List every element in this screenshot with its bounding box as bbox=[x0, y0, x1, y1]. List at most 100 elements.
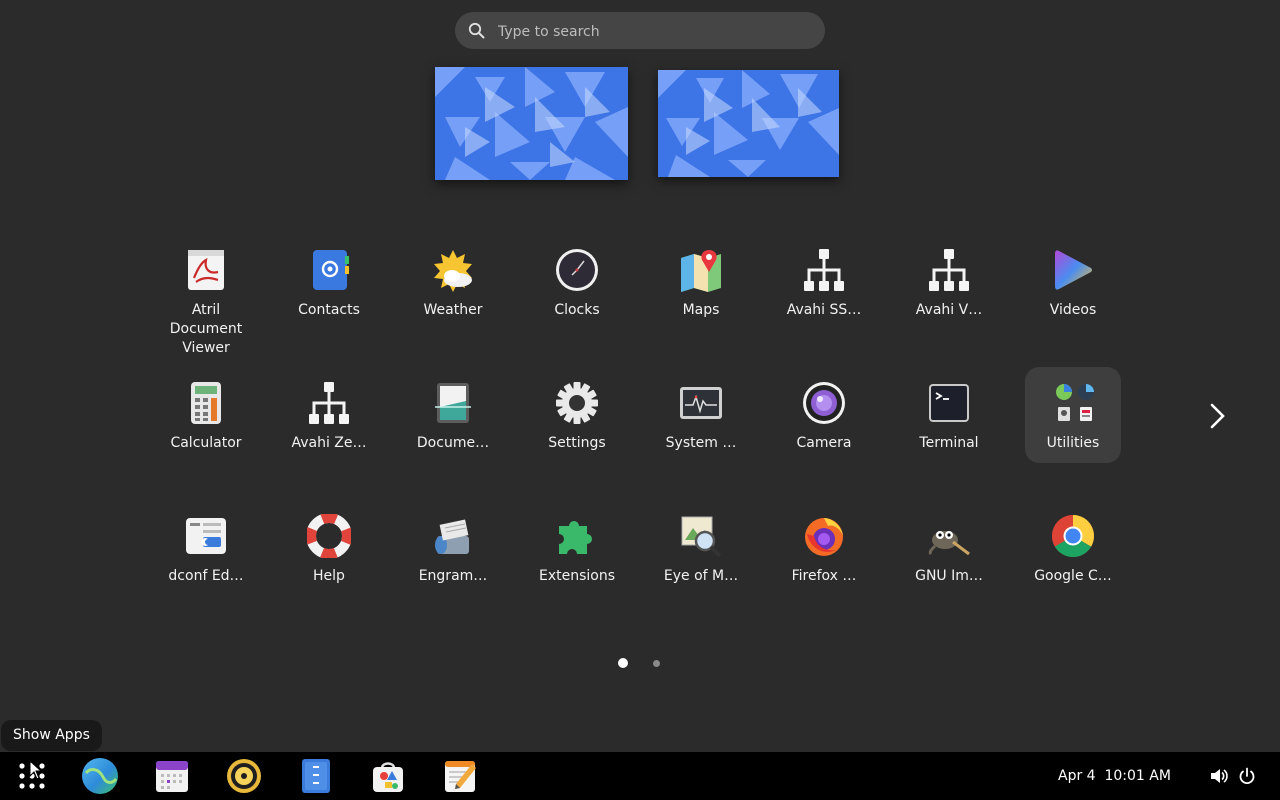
image-viewer-icon bbox=[679, 514, 723, 558]
app-label: Avahi Ze… bbox=[291, 435, 367, 451]
app-dconf-editor[interactable]: dconf Ed… bbox=[156, 500, 256, 596]
browser-launcher[interactable] bbox=[81, 757, 119, 795]
app-system-monitor[interactable]: System … bbox=[651, 367, 751, 463]
app-terminal[interactable]: Terminal bbox=[899, 367, 999, 463]
app-label: Docume… bbox=[416, 435, 490, 451]
volume-icon bbox=[1211, 769, 1228, 783]
app-document-scanner[interactable]: Docume… bbox=[403, 367, 503, 463]
app-camera[interactable]: Camera bbox=[774, 367, 874, 463]
atril-icon bbox=[184, 248, 228, 292]
files-launcher[interactable] bbox=[298, 758, 334, 794]
app-label: Weather bbox=[423, 302, 483, 318]
network-icon bbox=[927, 248, 971, 292]
app-label: dconf Ed… bbox=[168, 568, 244, 584]
network-icon bbox=[307, 381, 351, 425]
page-dot-2[interactable] bbox=[653, 660, 660, 667]
app-label: Firefox … bbox=[791, 568, 857, 584]
engrampa-icon bbox=[431, 514, 475, 558]
app-weather[interactable]: Weather bbox=[403, 234, 503, 330]
taskbar: Apr 4 10:01 AM bbox=[0, 752, 1280, 800]
app-avahi-zeroconf[interactable]: Avahi Ze… bbox=[279, 367, 379, 463]
clock-date: Apr 4 bbox=[1058, 768, 1096, 784]
app-label: GNU Im… bbox=[915, 568, 983, 584]
app-engrampa[interactable]: Engram… bbox=[403, 500, 503, 596]
app-label: Help bbox=[313, 568, 345, 584]
power-button[interactable] bbox=[1238, 767, 1256, 785]
app-calculator[interactable]: Calculator bbox=[156, 367, 256, 463]
page-indicator bbox=[612, 656, 672, 670]
app-help[interactable]: Help bbox=[279, 500, 379, 596]
app-google-chrome[interactable]: Google C… bbox=[1023, 500, 1123, 596]
camera-icon bbox=[802, 381, 846, 425]
app-label: System … bbox=[665, 435, 737, 451]
folder-icon bbox=[1053, 381, 1097, 425]
text-editor-icon bbox=[445, 761, 476, 792]
app-label: Calculator bbox=[170, 435, 242, 451]
next-page-button[interactable] bbox=[1204, 402, 1232, 430]
app-label: Utilities bbox=[1046, 435, 1100, 451]
app-label: Camera bbox=[796, 435, 852, 451]
clock[interactable]: Apr 4 10:01 AM bbox=[1058, 752, 1171, 800]
app-label: Settings bbox=[548, 435, 606, 451]
app-extensions[interactable]: Extensions bbox=[527, 500, 627, 596]
mouse-cursor-icon bbox=[29, 760, 43, 780]
workspace-thumbnail-1[interactable] bbox=[435, 67, 628, 180]
network-icon bbox=[802, 248, 846, 292]
app-clocks[interactable]: Clocks bbox=[527, 234, 627, 330]
puzzle-icon bbox=[555, 514, 599, 558]
app-avahi-ssh[interactable]: Avahi SS… bbox=[774, 234, 874, 330]
search-bar[interactable] bbox=[455, 12, 825, 51]
software-store-icon bbox=[373, 762, 403, 792]
app-label: Clocks bbox=[554, 302, 600, 318]
app-label: Eye of M… bbox=[663, 568, 739, 584]
terminal-icon bbox=[927, 381, 971, 425]
document-scanner-icon bbox=[431, 381, 475, 425]
chevron-right-icon bbox=[1210, 403, 1225, 429]
contacts-icon bbox=[307, 248, 351, 292]
app-videos[interactable]: Videos bbox=[1023, 234, 1123, 330]
app-label: Atril Document Viewer bbox=[169, 302, 243, 356]
app-label: Contacts bbox=[298, 302, 360, 318]
calendar-icon bbox=[156, 761, 188, 792]
calendar-launcher[interactable] bbox=[154, 758, 190, 794]
app-gimp[interactable]: GNU Im… bbox=[899, 500, 999, 596]
app-eye-of-mate[interactable]: Eye of M… bbox=[651, 500, 751, 596]
app-contacts[interactable]: Contacts bbox=[279, 234, 379, 330]
gear-icon bbox=[555, 381, 599, 425]
app-label: Engram… bbox=[418, 568, 488, 584]
page-dot-1[interactable] bbox=[618, 658, 628, 668]
app-folder-utilities[interactable]: Utilities bbox=[1025, 367, 1121, 463]
app-atril-document-viewer[interactable]: Atril Document Viewer bbox=[156, 234, 256, 356]
app-avahi-vnc[interactable]: Avahi V… bbox=[899, 234, 999, 330]
app-label: Maps bbox=[682, 302, 720, 318]
app-firefox[interactable]: Firefox … bbox=[774, 500, 874, 596]
app-label: Extensions bbox=[538, 568, 616, 584]
app-label: Avahi SS… bbox=[786, 302, 862, 318]
show-apps-tooltip: Show Apps bbox=[1, 720, 102, 751]
calculator-icon bbox=[184, 381, 228, 425]
chrome-icon bbox=[1051, 514, 1095, 558]
lifebuoy-icon bbox=[307, 514, 351, 558]
videos-icon bbox=[1051, 248, 1095, 292]
music-player-launcher[interactable] bbox=[226, 758, 262, 794]
search-input[interactable] bbox=[496, 12, 810, 51]
files-icon bbox=[302, 759, 330, 793]
app-settings[interactable]: Settings bbox=[527, 367, 627, 463]
text-editor-launcher[interactable] bbox=[442, 758, 478, 794]
system-monitor-icon bbox=[679, 381, 723, 425]
app-label: Videos bbox=[1049, 302, 1097, 318]
app-maps[interactable]: Maps bbox=[651, 234, 751, 330]
maps-icon bbox=[679, 248, 723, 292]
app-label: Avahi V… bbox=[915, 302, 983, 318]
clocks-icon bbox=[555, 248, 599, 292]
gimp-icon bbox=[927, 514, 971, 558]
software-store-launcher[interactable] bbox=[370, 758, 406, 794]
workspace-thumbnail-2[interactable] bbox=[658, 70, 839, 177]
browser-icon bbox=[82, 758, 118, 794]
weather-icon bbox=[431, 248, 475, 292]
app-label: Google C… bbox=[1034, 568, 1112, 584]
clock-time: 10:01 AM bbox=[1104, 768, 1171, 784]
volume-button[interactable] bbox=[1210, 767, 1228, 785]
dconf-icon bbox=[184, 514, 228, 558]
firefox-icon bbox=[802, 514, 846, 558]
